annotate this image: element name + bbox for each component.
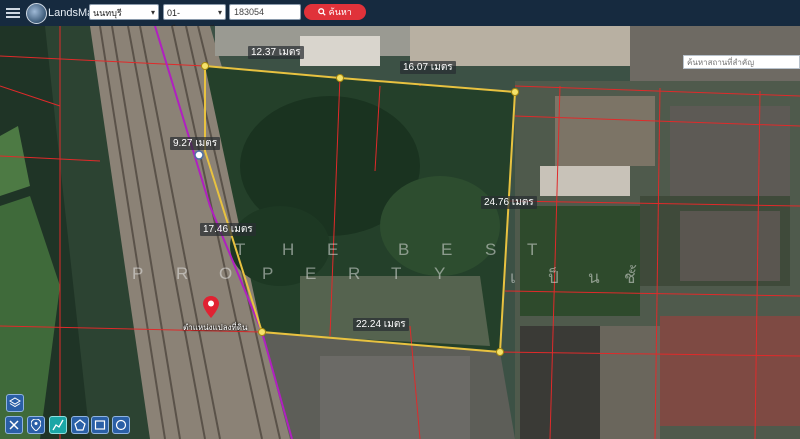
hamburger-menu-icon[interactable] [6, 6, 20, 20]
rectangle-icon[interactable] [91, 416, 109, 434]
measurement-label: 22.24 เมตร [353, 318, 409, 331]
location-pin-icon[interactable] [203, 296, 219, 318]
watermark-letter: E [305, 264, 317, 283]
layers-icon[interactable] [6, 394, 24, 412]
measurement-label: 24.76 เมตร [481, 196, 537, 209]
measurement-label: 12.37 เมตร [248, 46, 304, 59]
measurement-label: 16.07 เมตร [400, 61, 456, 74]
search-button[interactable]: ค้นหา [304, 4, 366, 20]
province-value: นนทบุรี [93, 8, 122, 18]
watermark-letter: เ [510, 268, 516, 287]
watermark-letter: P [262, 264, 274, 283]
province-select[interactable]: นนทบุรี ▾ [89, 4, 159, 20]
search-icon [318, 8, 326, 16]
marker-label: ตำแหน่งแปลงที่ดิน [183, 323, 248, 332]
watermark-letter: ชั้ [624, 268, 636, 287]
circle-icon[interactable] [112, 416, 130, 434]
watermark-letter: R [348, 264, 361, 283]
app-logo [26, 3, 47, 24]
satellite-imagery [0, 26, 800, 439]
measurement-label: 9.27 เมตร [170, 137, 221, 150]
measurement-label: 17.46 เมตร [200, 223, 256, 236]
watermark-letter: E [441, 240, 453, 259]
watermark-letter: B [398, 240, 410, 259]
watermark-letter: T [235, 240, 246, 259]
watermark-letter: E [327, 240, 339, 259]
parcel-number-input[interactable] [229, 4, 301, 20]
district-select[interactable]: 01-เมืองนนทบุรี ▾ [163, 4, 226, 34]
top-bar: LandsMaps นนทบุรี ▾ 01-เมืองนนทบุรี ▾ ค้… [0, 0, 800, 34]
chevron-down-icon: ▾ [217, 8, 222, 17]
chevron-down-icon: ▾ [150, 8, 155, 17]
tools-icon[interactable] [5, 416, 23, 434]
watermark-letter: ป็ [548, 268, 559, 287]
watermark-letter: Y [434, 264, 446, 283]
watermark-letter: T [527, 240, 538, 259]
polygon-icon[interactable] [71, 416, 89, 434]
watermark-letter: น [588, 268, 600, 287]
location-icon[interactable] [27, 416, 45, 434]
watermark-letter: S [485, 240, 497, 259]
watermark-letter: R [176, 264, 189, 283]
watermark-letter: T [391, 264, 402, 283]
measure-line-icon[interactable] [49, 416, 67, 434]
satellite-map[interactable]: 12.37 เมตร 16.07 เมตร 9.27 เมตร 17.46 เม… [0, 26, 800, 439]
watermark-letter: O [219, 264, 233, 283]
search-button-label: ค้นหา [328, 7, 352, 17]
place-search-input[interactable] [683, 55, 800, 69]
watermark-letter: H [282, 240, 295, 259]
watermark-letter: P [132, 264, 144, 283]
